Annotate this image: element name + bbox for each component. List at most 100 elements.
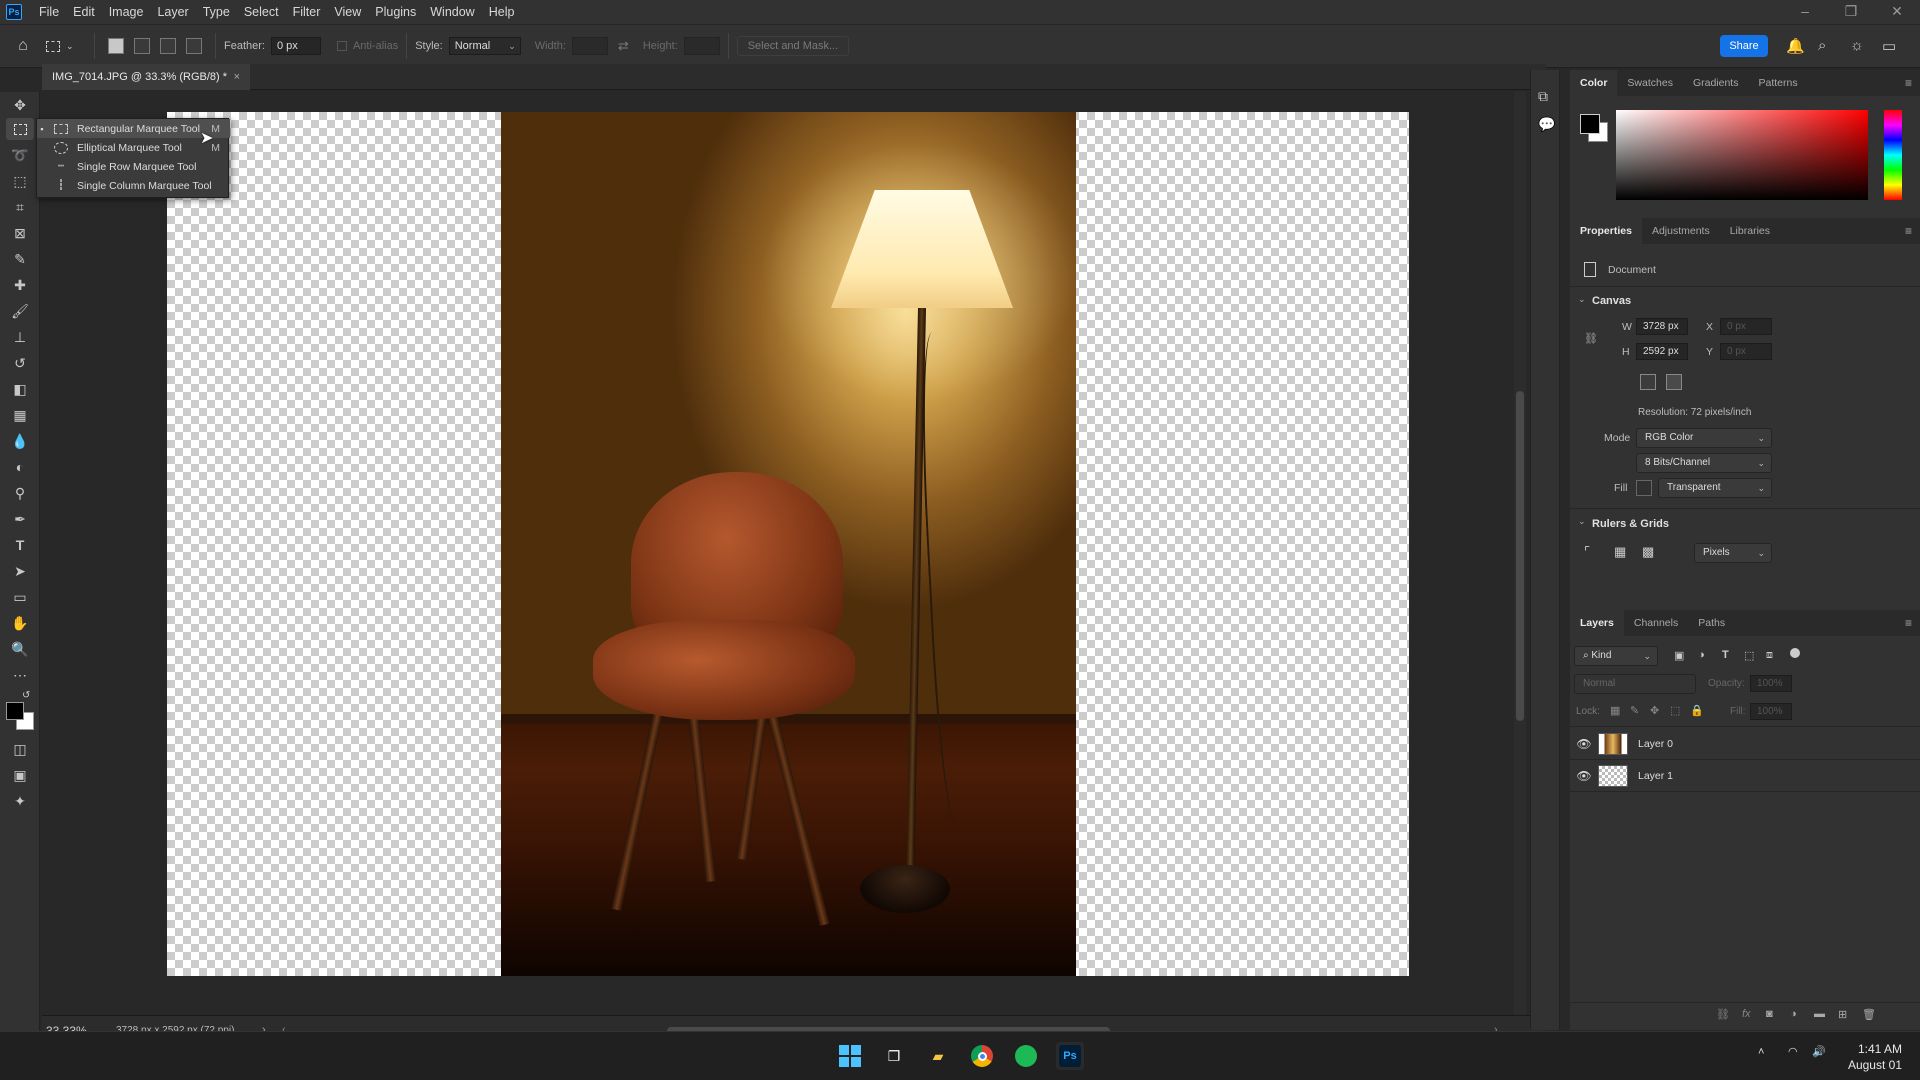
crop-tool-icon[interactable]: ⌗ [6,196,34,218]
rectangle-tool-icon[interactable]: ▭ [6,586,34,608]
layer-name[interactable]: Layer 0 [1638,738,1673,750]
more-tools-icon[interactable]: ⋯ [6,664,34,686]
menu-help[interactable]: Help [482,0,522,24]
chevron-down-icon[interactable]: ⌄ [1578,294,1586,305]
layer-name[interactable]: Layer 1 [1638,770,1673,782]
intersect-selection-button[interactable] [186,38,202,54]
panel-menu-icon[interactable]: ≡ [1905,616,1912,630]
link-layers-icon[interactable]: ⛓ [1716,1008,1730,1021]
zoom-tool-icon[interactable]: 🔍 [6,638,34,660]
tab-properties[interactable]: Properties [1570,218,1642,244]
frame-tool-icon[interactable]: ⊠ [6,222,34,244]
portrait-orientation-icon[interactable] [1640,374,1656,390]
filter-type-icon[interactable]: T [1722,649,1729,661]
rectangular-marquee-tool-icon[interactable] [6,118,34,140]
filter-smart-object-icon[interactable]: ⧈ [1766,649,1773,662]
tab-patterns[interactable]: Patterns [1748,70,1807,96]
hand-tool-icon[interactable]: ✋ [6,612,34,634]
adjustment-layer-icon[interactable]: ◑ [1790,1008,1797,1020]
lock-pixels-icon[interactable]: ✎ [1630,704,1639,717]
link-dimensions-icon[interactable]: ⛓ [1584,332,1598,345]
tray-chevron-up-icon[interactable]: ˄ [1758,1046,1764,1058]
menu-image[interactable]: Image [102,0,151,24]
canvas-y-input[interactable]: 0 px [1720,343,1772,360]
restore-icon[interactable]: ❐ [1828,0,1874,24]
ruler-units-select[interactable]: Pixels ⌄ [1694,543,1772,563]
tab-libraries[interactable]: Libraries [1720,218,1780,244]
layer-effects-icon[interactable]: fx [1742,1008,1751,1020]
type-tool-icon[interactable]: T [6,534,34,556]
select-and-mask-button[interactable]: Select and Mask... [736,36,850,56]
blend-mode-select[interactable]: Normal [1574,674,1696,694]
lock-transparent-icon[interactable]: ▦ [1610,704,1620,717]
close-window-icon[interactable]: ✕ [1874,0,1920,24]
canvas-x-input[interactable]: 0 px [1720,318,1772,335]
spotify-icon[interactable] [1012,1042,1040,1070]
tab-adjustments[interactable]: Adjustments [1642,218,1720,244]
history-panel-icon[interactable]: ⧉ [1538,88,1548,105]
document-tab[interactable]: IMG_7014.JPG @ 33.3% (RGB/8) * × [42,64,250,90]
file-explorer-icon[interactable]: ▰ [924,1042,952,1070]
comments-panel-icon[interactable]: 💬 [1538,116,1555,133]
hue-slider[interactable] [1884,110,1902,200]
pen-tool-icon[interactable]: ✒ [6,508,34,530]
bit-depth-select[interactable]: 8 Bits/Channel ⌄ [1636,453,1772,473]
menu-layer[interactable]: Layer [150,0,195,24]
panel-menu-icon[interactable]: ≡ [1905,224,1912,238]
lock-artboard-icon[interactable]: ⬚ [1670,704,1680,717]
swap-width-height-icon[interactable]: ⇄ [618,38,629,54]
eye-icon[interactable]: 👁 [1570,737,1598,751]
path-selection-tool-icon[interactable]: ➤ [6,560,34,582]
generative-fill-icon[interactable]: ✦ [6,790,34,812]
tab-channels[interactable]: Channels [1624,610,1688,636]
photoshop-taskbar-icon[interactable]: Ps [1056,1042,1084,1070]
canvas-height-input[interactable]: 2592 px [1636,343,1688,360]
foreground-color-swatch[interactable] [6,702,24,720]
search-icon[interactable]: ⌕ [1818,37,1826,54]
menu-view[interactable]: View [327,0,368,24]
eye-icon[interactable]: 👁 [1570,769,1598,783]
task-view-icon[interactable]: ❐ [880,1042,908,1070]
layer-row-layer-0[interactable]: 👁 Layer 0 [1570,728,1920,760]
color-mode-select[interactable]: RGB Color ⌄ [1636,428,1772,448]
menu-plugins[interactable]: Plugins [368,0,423,24]
lock-all-icon[interactable]: 🔒 [1690,704,1704,717]
subtract-from-selection-button[interactable] [160,38,176,54]
feather-input[interactable]: 0 px [270,37,321,55]
filter-shape-icon[interactable]: ⬚ [1744,649,1754,662]
history-brush-tool-icon[interactable]: ↺ [6,352,34,374]
tab-color[interactable]: Color [1570,70,1618,96]
document-canvas[interactable] [167,112,1409,976]
filter-adjustment-icon[interactable]: ◑ [1698,649,1705,661]
taskbar-clock[interactable]: 1:41 AM August 01 [1848,1041,1902,1073]
windows-start-icon[interactable] [836,1042,864,1070]
workspace-icon[interactable]: ▭ [1882,37,1896,55]
delete-layer-icon[interactable]: 🗑 [1862,1008,1876,1021]
wifi-icon[interactable]: ◠ [1788,1045,1798,1058]
transparency-grid-icon[interactable]: ▩ [1642,544,1654,560]
layer-fill-input[interactable]: 100% [1750,703,1792,720]
zoom-lens-tool-icon[interactable]: ⚲ [6,482,34,504]
fill-select[interactable]: Transparent ⌄ [1658,478,1772,498]
tab-paths[interactable]: Paths [1688,610,1735,636]
eyedropper-tool-icon[interactable]: ✎ [6,248,34,270]
tool-preset-picker[interactable]: ⌄ [46,40,86,52]
minimize-icon[interactable]: – [1782,0,1828,24]
tab-swatches[interactable]: Swatches [1617,70,1683,96]
grid-icon[interactable]: ▦ [1614,544,1626,560]
vertical-scrollbar[interactable] [1514,91,1526,1015]
chrome-icon[interactable] [968,1042,996,1070]
style-select[interactable]: Normal ⌄ [448,37,521,55]
menu-select[interactable]: Select [237,0,286,24]
lock-position-icon[interactable]: ✥ [1650,704,1659,717]
fg-color-chip[interactable] [1580,114,1600,134]
menu-edit[interactable]: Edit [66,0,102,24]
gradient-tool-icon[interactable]: ▦ [6,404,34,426]
volume-icon[interactable]: 🔊 [1812,1045,1826,1058]
healing-brush-tool-icon[interactable]: ✚ [6,274,34,296]
clone-stamp-tool-icon[interactable]: ⊥ [6,326,34,348]
flyout-item-single-row-marquee[interactable]: ┅ Single Row Marquee Tool [37,157,230,176]
bell-icon[interactable]: 🔔 [1786,37,1805,55]
fill-color-swatch[interactable] [1636,480,1652,496]
landscape-orientation-icon[interactable] [1666,374,1682,390]
